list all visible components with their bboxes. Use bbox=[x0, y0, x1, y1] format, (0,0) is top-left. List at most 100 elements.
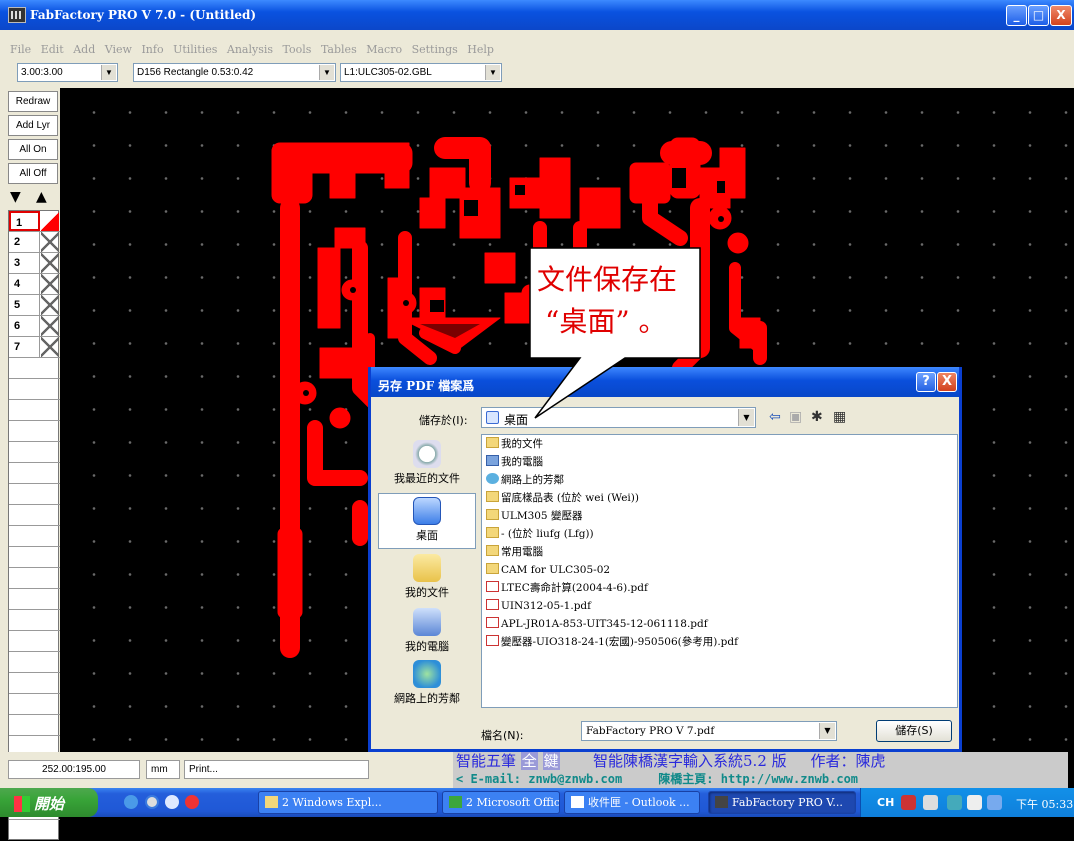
menu-info[interactable]: Info bbox=[141, 43, 163, 56]
list-item[interactable]: 網路上的芳鄰 bbox=[486, 471, 564, 489]
layer-row-empty[interactable] bbox=[9, 673, 60, 694]
menu-tools[interactable]: Tools bbox=[283, 43, 312, 56]
layer-row-empty[interactable] bbox=[9, 442, 60, 463]
quicklaunch-ie-icon[interactable] bbox=[145, 795, 159, 809]
menu-file[interactable]: File bbox=[10, 43, 31, 56]
quicklaunch-media-icon[interactable] bbox=[165, 795, 179, 809]
layer-off-icon[interactable] bbox=[41, 316, 59, 336]
layer-row[interactable]: 3 bbox=[9, 253, 60, 274]
save-in-select[interactable]: 桌面 ▼ bbox=[481, 407, 756, 428]
layer-row-empty[interactable] bbox=[9, 652, 60, 673]
layer-row-empty[interactable] bbox=[9, 421, 60, 442]
layer-row-empty[interactable] bbox=[9, 715, 60, 736]
layer-off-icon[interactable] bbox=[41, 337, 59, 357]
close-button[interactable]: X bbox=[1050, 5, 1072, 26]
chevron-down-icon[interactable]: ▼ bbox=[485, 65, 500, 80]
list-item[interactable]: APL-JR01A-853-UIT345-12-061118.pdf bbox=[486, 615, 708, 633]
layer-row-empty[interactable] bbox=[9, 820, 60, 841]
dialog-titlebar[interactable]: 另存 PDF 檔案爲 bbox=[371, 367, 959, 397]
user-tray-icon[interactable] bbox=[967, 795, 982, 810]
list-item[interactable]: UIN312-05-1.pdf bbox=[486, 597, 591, 615]
move-down-icon[interactable]: ▼ bbox=[10, 189, 21, 205]
layer-row-empty[interactable] bbox=[9, 589, 60, 610]
layer-off-icon[interactable] bbox=[41, 253, 59, 273]
chevron-down-icon[interactable]: ▼ bbox=[738, 409, 754, 426]
task-fabfactory[interactable]: FabFactory PRO V... bbox=[708, 791, 856, 814]
new-folder-icon[interactable]: ✱ bbox=[811, 409, 823, 425]
list-item[interactable]: - (位於 liufg (Lfg)) bbox=[486, 525, 594, 543]
layer-row-empty[interactable] bbox=[9, 505, 60, 526]
all-off-button[interactable]: All Off bbox=[8, 163, 58, 184]
list-item[interactable]: 常用電腦 bbox=[486, 543, 543, 561]
layer-row-empty[interactable] bbox=[9, 568, 60, 589]
up-folder-icon[interactable]: ▣ bbox=[789, 409, 802, 425]
quicklaunch-app-icon[interactable] bbox=[185, 795, 199, 809]
menu-utilities[interactable]: Utilities bbox=[173, 43, 217, 56]
layer-row[interactable]: 4 bbox=[9, 274, 60, 295]
dialog-close-button[interactable]: X bbox=[937, 372, 957, 392]
layer-row-empty[interactable] bbox=[9, 547, 60, 568]
list-item[interactable]: CAM for ULC305-02 bbox=[486, 561, 610, 579]
ime-tray-icon[interactable] bbox=[901, 795, 916, 810]
all-on-button[interactable]: All On bbox=[8, 139, 58, 160]
layer-off-icon[interactable] bbox=[41, 274, 59, 294]
layer-row[interactable]: 1 bbox=[9, 211, 60, 232]
layer-row[interactable]: 6 bbox=[9, 316, 60, 337]
layer-row-empty[interactable] bbox=[9, 526, 60, 547]
place-my-computer[interactable]: 我的電腦 bbox=[378, 605, 476, 661]
menu-edit[interactable]: Edit bbox=[41, 43, 64, 56]
maximize-button[interactable]: □ bbox=[1028, 5, 1049, 26]
network-tray-icon[interactable] bbox=[987, 795, 1002, 810]
menu-view[interactable]: View bbox=[105, 43, 132, 56]
layer-row-empty[interactable] bbox=[9, 463, 60, 484]
help-tray-icon[interactable] bbox=[923, 795, 938, 810]
move-up-icon[interactable]: ▲ bbox=[36, 189, 47, 205]
minimize-button[interactable]: _ bbox=[1006, 5, 1027, 26]
place-network[interactable]: 網路上的芳鄰 bbox=[378, 657, 476, 713]
chevron-down-icon[interactable]: ▼ bbox=[319, 65, 334, 80]
layer-row[interactable]: 2 bbox=[9, 232, 60, 253]
ime-fullwidth[interactable]: 全 bbox=[520, 752, 538, 770]
task-outlook[interactable]: 收件匣 - Outlook ... bbox=[564, 791, 700, 814]
chevron-down-icon[interactable]: ▼ bbox=[819, 723, 835, 739]
zoom-combo[interactable]: 3.00:3.00 ▼ bbox=[17, 63, 118, 82]
view-menu-icon[interactable]: ▦ bbox=[833, 409, 846, 425]
redraw-button[interactable]: Redraw bbox=[8, 91, 58, 112]
help-button[interactable]: ? bbox=[916, 372, 936, 392]
list-item[interactable]: 留底樣品表 (位於 wei (Wei)) bbox=[486, 489, 639, 507]
layer-color-swatch[interactable] bbox=[41, 211, 59, 231]
task-windows-explorer[interactable]: 2 Windows Expl... bbox=[258, 791, 438, 814]
layer-row[interactable]: 5 bbox=[9, 295, 60, 316]
save-button[interactable]: 儲存(S) bbox=[876, 720, 952, 742]
place-my-documents[interactable]: 我的文件 bbox=[378, 551, 476, 607]
menu-macro[interactable]: Macro bbox=[366, 43, 402, 56]
start-button[interactable]: 開始 bbox=[0, 788, 98, 817]
ime-mode[interactable]: 智能五筆 bbox=[456, 752, 516, 770]
menu-tables[interactable]: Tables bbox=[321, 43, 357, 56]
filename-input[interactable]: FabFactory PRO V 7.pdf ▼ bbox=[581, 721, 837, 741]
menu-analysis[interactable]: Analysis bbox=[227, 43, 273, 56]
layer-row[interactable]: 7 bbox=[9, 337, 60, 358]
menu-settings[interactable]: Settings bbox=[412, 43, 458, 56]
quicklaunch-desktop-icon[interactable] bbox=[124, 795, 138, 809]
layer-off-icon[interactable] bbox=[41, 232, 59, 252]
list-item[interactable]: 我的電腦 bbox=[486, 453, 543, 471]
layer-row-empty[interactable] bbox=[9, 358, 60, 379]
place-desktop[interactable]: 桌面 bbox=[378, 493, 476, 549]
menu-help[interactable]: Help bbox=[467, 43, 494, 56]
chevron-down-icon[interactable]: ▼ bbox=[101, 65, 116, 80]
file-list[interactable]: 我的文件 我的電腦 網路上的芳鄰 留底樣品表 (位於 wei (Wei)) UL… bbox=[481, 434, 958, 708]
list-item[interactable]: ULM305 變壓器 bbox=[486, 507, 582, 525]
list-item[interactable]: LTEC壽命計算(2004-4-6).pdf bbox=[486, 579, 648, 597]
back-tray-icon[interactable] bbox=[947, 795, 962, 810]
language-indicator[interactable]: CH bbox=[877, 796, 894, 809]
place-recent[interactable]: 我最近的文件 bbox=[378, 437, 476, 493]
layer-row-empty[interactable] bbox=[9, 379, 60, 400]
task-microsoft-office[interactable]: 2 Microsoft Offic... bbox=[442, 791, 560, 814]
menu-add[interactable]: Add bbox=[73, 43, 95, 56]
layer-off-icon[interactable] bbox=[41, 295, 59, 315]
layer-row-empty[interactable] bbox=[9, 484, 60, 505]
layer-row-empty[interactable] bbox=[9, 400, 60, 421]
back-icon[interactable]: ⇦ bbox=[769, 409, 781, 425]
layer-combo[interactable]: L1:ULC305-02.GBL ▼ bbox=[340, 63, 502, 82]
